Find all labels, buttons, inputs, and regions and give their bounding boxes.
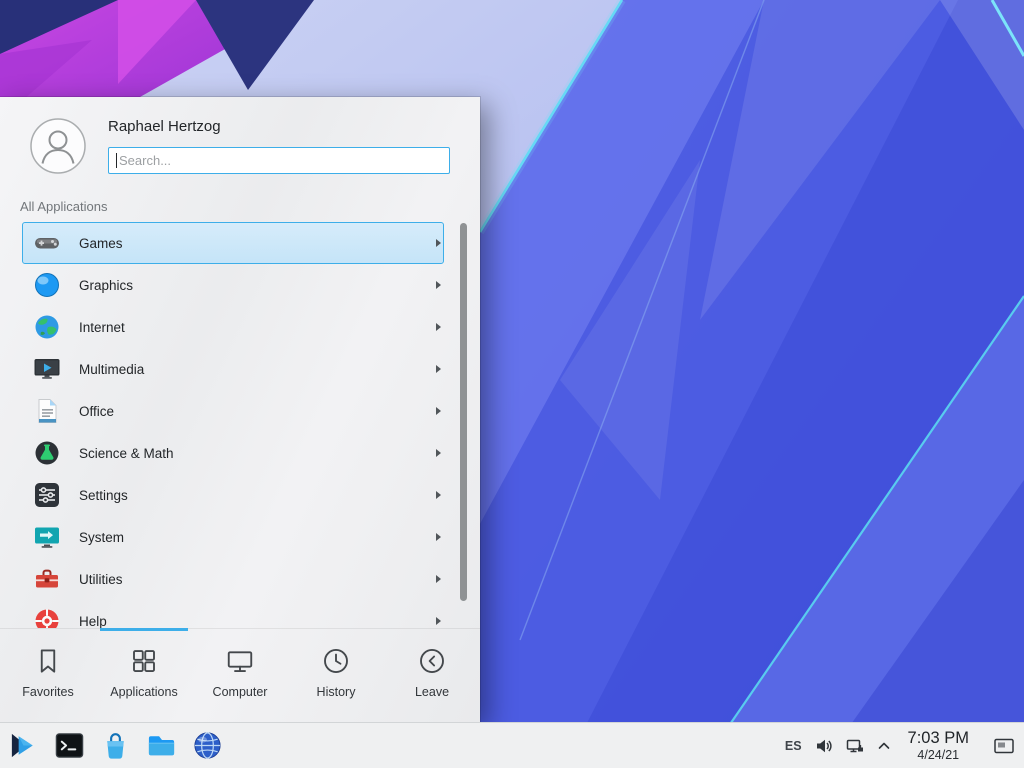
category-item-multimedia[interactable]: Multimedia (22, 348, 444, 390)
tab-history[interactable]: History (288, 629, 384, 722)
search-input[interactable] (108, 147, 450, 174)
clock-date: 4/24/21 (917, 748, 959, 762)
chevron-right-icon (436, 365, 441, 373)
category-item-science-math[interactable]: Science & Math (22, 432, 444, 474)
taskbar-panel: ES 7:03 PM 4/24/21 (0, 722, 1024, 768)
app-grid-icon (129, 646, 159, 676)
computer-icon (225, 646, 255, 676)
category-label: System (79, 530, 436, 545)
application-launcher-menu: Raphael Hertzog All Applications Games G… (0, 97, 480, 722)
toolbox-icon (33, 565, 61, 593)
category-item-games[interactable]: Games (22, 222, 444, 264)
chevron-right-icon (436, 281, 441, 289)
discover-icon[interactable] (100, 730, 131, 761)
system-tray: ES 7:03 PM 4/24/21 (785, 729, 1024, 761)
chevron-right-icon (436, 575, 441, 583)
category-label: Graphics (79, 278, 436, 293)
file-manager-icon[interactable] (146, 730, 177, 761)
launcher-tab-bar: Favorites Applications Computer History (0, 628, 480, 722)
keyboard-layout-indicator[interactable]: ES (785, 739, 802, 753)
category-item-system[interactable]: System (22, 516, 444, 558)
tab-label: Leave (415, 685, 449, 699)
tab-label: Favorites (22, 685, 73, 699)
web-browser-icon[interactable] (192, 730, 223, 761)
category-label: Multimedia (79, 362, 436, 377)
leave-icon (417, 646, 447, 676)
user-avatar[interactable] (30, 118, 86, 174)
tab-label: Computer (213, 685, 268, 699)
category-label: Utilities (79, 572, 436, 587)
taskbar-launchers (0, 730, 223, 761)
digital-clock[interactable]: 7:03 PM 4/24/21 (908, 729, 969, 761)
chevron-right-icon (436, 533, 441, 541)
settings-sliders-icon (33, 481, 61, 509)
category-label: Internet (79, 320, 436, 335)
tab-computer[interactable]: Computer (192, 629, 288, 722)
category-label: Help (79, 614, 436, 629)
multimedia-monitor-icon (33, 355, 61, 383)
category-label: Games (79, 236, 436, 251)
chevron-right-icon (436, 239, 441, 247)
konsole-icon[interactable] (54, 730, 85, 761)
gamepad-icon (33, 229, 61, 257)
chevron-right-icon (436, 491, 441, 499)
tab-favorites[interactable]: Favorites (0, 629, 96, 722)
desktop: Raphael Hertzog All Applications Games G… (0, 0, 1024, 768)
chevron-right-icon (436, 407, 441, 415)
category-label: Science & Math (79, 446, 436, 461)
chevron-right-icon (436, 617, 441, 625)
system-monitor-icon (33, 523, 61, 551)
category-item-graphics[interactable]: Graphics (22, 264, 444, 306)
tab-label: History (317, 685, 356, 699)
bookmark-icon (33, 646, 63, 676)
category-label: Settings (79, 488, 436, 503)
category-item-office[interactable]: Office (22, 390, 444, 432)
category-label: Office (79, 404, 436, 419)
tab-applications[interactable]: Applications (96, 629, 192, 722)
list-scrollbar[interactable] (460, 223, 467, 601)
document-icon (33, 397, 61, 425)
chevron-right-icon (436, 323, 441, 331)
show-desktop-icon[interactable] (992, 734, 1016, 758)
search-field-wrap (108, 147, 450, 174)
category-item-help[interactable]: Help (22, 600, 444, 628)
user-name: Raphael Hertzog (108, 118, 221, 135)
network-icon[interactable] (846, 737, 864, 755)
tab-label: Applications (110, 685, 177, 699)
person-icon (30, 118, 86, 174)
help-buoy-icon (33, 607, 61, 628)
text-cursor (116, 153, 117, 168)
tab-leave[interactable]: Leave (384, 629, 480, 722)
kickoff-launcher-icon[interactable] (8, 730, 39, 761)
globe-icon (33, 313, 61, 341)
category-item-settings[interactable]: Settings (22, 474, 444, 516)
clock-time: 7:03 PM (908, 729, 969, 747)
category-list: Games Graphics Internet (0, 222, 480, 628)
history-clock-icon (321, 646, 351, 676)
category-item-utilities[interactable]: Utilities (22, 558, 444, 600)
volume-icon[interactable] (815, 737, 833, 755)
flask-icon (33, 439, 61, 467)
launcher-header: Raphael Hertzog (0, 97, 480, 189)
expand-tray-caret-icon[interactable] (877, 739, 891, 753)
all-applications-label: All Applications (20, 199, 107, 214)
graphics-sphere-icon (33, 271, 61, 299)
chevron-right-icon (436, 449, 441, 457)
category-item-internet[interactable]: Internet (22, 306, 444, 348)
